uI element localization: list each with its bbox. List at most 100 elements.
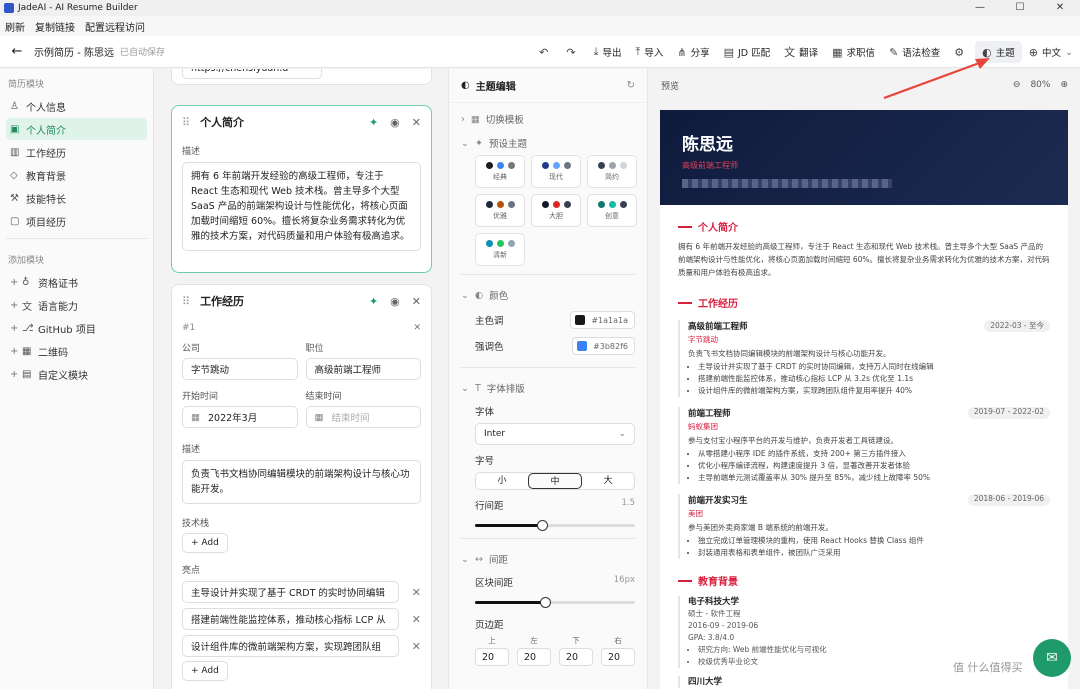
close-icon[interactable]: ✕ [412, 116, 421, 129]
resume-paper: 陈思远 高级前端工程师 个人简介 拥有 6 年前端开发经验的高级工程师，专注于 … [660, 110, 1068, 689]
remove-highlight-icon[interactable]: ✕ [399, 586, 421, 599]
preset-theme-3[interactable]: 优雅 [475, 194, 525, 227]
typography-section-toggle[interactable]: ⌄ T 字体排版 [449, 376, 647, 400]
cover-letter-button[interactable]: ▦ 求职信 [825, 41, 882, 63]
preset-theme-1[interactable]: 现代 [531, 155, 581, 188]
color-section-toggle[interactable]: ⌄ ◐ 颜色 [449, 283, 647, 307]
export-button[interactable]: ⤓ 导出 [587, 41, 629, 63]
resume-education-entry: 四川大学 [678, 676, 1050, 688]
close-window-button[interactable]: ✕ [1040, 0, 1080, 16]
import-button[interactable]: ⤒ 导入 [628, 41, 670, 63]
margin-left-input[interactable]: 20 [517, 648, 551, 666]
margin-bottom-input[interactable]: 20 [559, 648, 593, 666]
reset-icon[interactable]: ↻ [627, 80, 635, 91]
ai-sparkle-icon[interactable]: ✦ [369, 116, 378, 129]
work-desc-textarea[interactable]: 负责飞书文档协同编辑模块的前端架构设计与核心功能开发。 [182, 460, 421, 504]
maximize-button[interactable]: ☐ [1000, 0, 1040, 16]
import-label: 导入 [644, 48, 664, 59]
eye-icon[interactable]: ◉ [390, 295, 400, 308]
drag-handle-icon[interactable]: ⠿ [182, 116, 190, 129]
block-spacing-slider[interactable] [475, 597, 635, 608]
end-date-field[interactable]: ▦ 结束时间 [305, 406, 421, 428]
add-certificates[interactable]: + ♁ 资格证书 [6, 271, 147, 293]
preset-name: 大胆 [549, 212, 563, 220]
chevron-down-icon: ⌄ [618, 429, 626, 439]
close-icon[interactable]: ✕ [412, 295, 421, 308]
size-small-option[interactable]: 小 [476, 473, 528, 489]
margin-right-input[interactable]: 20 [601, 648, 635, 666]
company-field[interactable]: 字节跳动 [182, 358, 298, 380]
sidebar-item-education[interactable]: ◇ 教育背景 [6, 164, 147, 186]
margin-top-input[interactable]: 20 [475, 648, 509, 666]
start-date-field[interactable]: ▦ 2022年3月 [182, 406, 298, 428]
menu-refresh[interactable]: 刷新 [0, 19, 30, 34]
primary-color-picker[interactable]: #1a1a1a [570, 311, 635, 329]
jd-match-label: JD 匹配 [737, 48, 771, 59]
accent-color-picker[interactable]: #3b82f6 [572, 337, 635, 355]
size-medium-option[interactable]: 中 [528, 473, 582, 489]
menu-remote-access[interactable]: 配置远程访问 [80, 19, 150, 34]
font-select[interactable]: Inter ⌄ [475, 423, 635, 445]
position-field[interactable]: 高级前端工程师 [305, 358, 421, 380]
color-dot [608, 162, 616, 169]
switch-template-toggle[interactable]: › ▦ 切换模板 [449, 107, 647, 131]
sidebar-item-label: 项目经历 [26, 217, 66, 229]
sidebar-item-work[interactable]: ▥ 工作经历 [6, 141, 147, 163]
font-size-segmented: 小 中 大 [475, 472, 635, 490]
import-icon: ⤒ [635, 45, 641, 58]
minimize-button[interactable]: — [960, 0, 1000, 16]
preset-grid: 经典 现代 简约优雅 大胆 创意清新 [449, 155, 647, 266]
sidebar-item-projects[interactable]: ▢ 项目经历 [6, 210, 147, 232]
eye-icon[interactable]: ◉ [390, 116, 400, 129]
redo-icon[interactable]: ↷ [559, 41, 586, 63]
zoom-in-icon[interactable]: ⊕ [1060, 80, 1068, 90]
preset-theme-4[interactable]: 大胆 [531, 194, 581, 227]
ai-chat-fab-icon[interactable]: ✉ [1033, 639, 1071, 677]
size-large-option[interactable]: 大 [582, 473, 634, 489]
remove-highlight-icon[interactable]: ✕ [399, 613, 421, 626]
sidebar-item-personal-info[interactable]: ♙ 个人信息 [6, 95, 147, 117]
slider-handle[interactable] [540, 597, 552, 608]
translate-button[interactable]: 文翻译 [777, 41, 825, 63]
undo-icon[interactable]: ↶ [532, 41, 559, 63]
line-height-slider[interactable] [475, 520, 635, 531]
theme-button[interactable]: ◐ 主题 [975, 41, 1022, 63]
highlight-field[interactable]: 设计组件库的微前端架构方案，实现跨团队组 [182, 635, 399, 657]
preset-theme-6[interactable]: 清新 [475, 233, 525, 266]
grammar-check-button[interactable]: ✎ 语法检查 [882, 41, 947, 63]
add-tech-button[interactable]: + Add [182, 533, 228, 553]
highlight-field[interactable]: 主导设计并实现了基于 CRDT 的实时协同编辑 [182, 581, 399, 603]
preset-theme-5[interactable]: 创意 [587, 194, 637, 227]
ai-sparkle-icon[interactable]: ✦ [369, 295, 378, 308]
zoom-out-icon[interactable]: ⊖ [1013, 80, 1021, 90]
website-field[interactable]: https://chensiyuan.d [182, 69, 322, 79]
remove-highlight-icon[interactable]: ✕ [399, 640, 421, 653]
sidebar-item-summary[interactable]: ▣ 个人简介 [6, 118, 147, 140]
remove-entry-icon[interactable]: ✕ [413, 323, 421, 333]
drag-handle-icon[interactable]: ⠿ [182, 295, 190, 308]
preset-theme-0[interactable]: 经典 [475, 155, 525, 188]
add-highlight-button[interactable]: + Add [182, 661, 228, 681]
summary-textarea[interactable]: 拥有 6 年前端开发经验的高级工程师，专注于 React 生态和现代 Web 技… [182, 162, 421, 251]
settings-button[interactable]: ⚙ [947, 41, 975, 63]
back-arrow-icon[interactable]: ← [0, 44, 34, 59]
add-github-projects[interactable]: + ⎇ GitHub 项目 [6, 317, 147, 339]
add-languages[interactable]: + 文语言能力 [6, 294, 147, 316]
highlight-field[interactable]: 搭建前端性能监控体系，推动核心指标 LCP 从 [182, 608, 399, 630]
slider-handle[interactable] [537, 520, 549, 531]
add-qr-code[interactable]: + ▦ 二维码 [6, 340, 147, 362]
language-select[interactable]: ⊕ 中文 ⌄ [1022, 41, 1080, 63]
menu-copy-link[interactable]: 复制链接 [30, 19, 80, 34]
spacing-section-toggle[interactable]: ⌄ ↔ 间距 [449, 547, 647, 571]
jd-match-button[interactable]: ▤ JD 匹配 [717, 41, 778, 63]
job-company: 字节跳动 [688, 335, 718, 344]
share-button[interactable]: ⋔ 分享 [670, 41, 716, 63]
color-dot [496, 201, 504, 208]
color-dot [485, 162, 493, 169]
margin-inputs: 上 20 左 20 下 20 右 20 [449, 635, 647, 666]
sidebar-item-skills[interactable]: ⚒ 技能特长 [6, 187, 147, 209]
preset-theme-2[interactable]: 简约 [587, 155, 637, 188]
end-date-placeholder: 结束时间 [331, 413, 370, 424]
preset-section-toggle[interactable]: ⌄ ✦ 预设主题 [449, 131, 647, 155]
add-custom-module[interactable]: + ▤ 自定义模块 [6, 363, 147, 385]
